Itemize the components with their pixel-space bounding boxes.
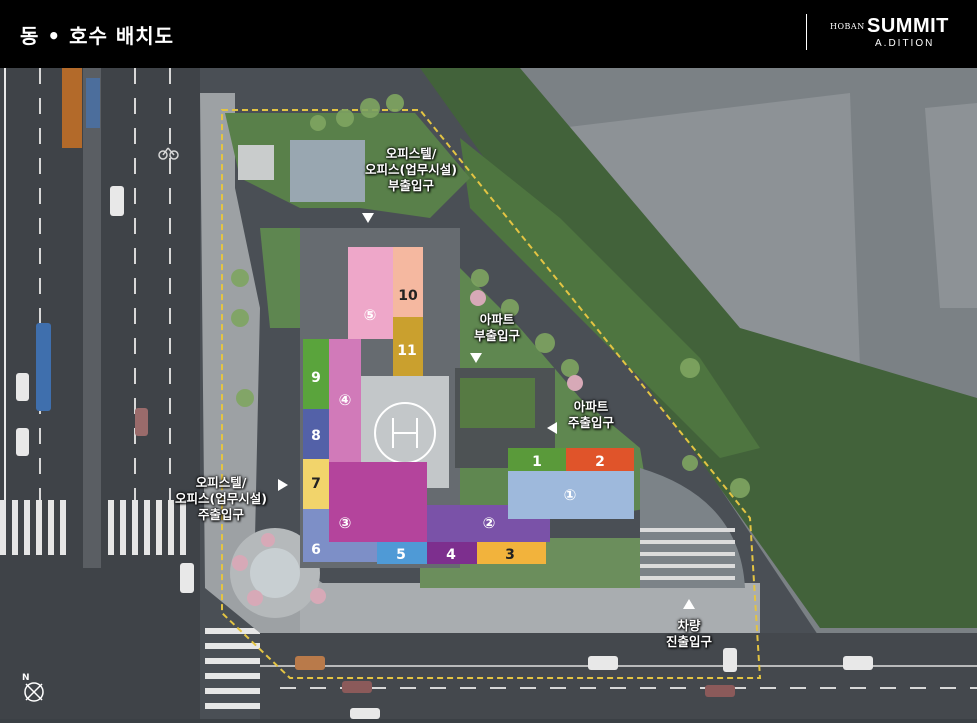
vehicle-entrance-label: 차량 진출입구 [655,618,723,650]
header-divider [806,14,807,50]
officetel-sub-entrance-label: 오피스텔/ 오피스(업무시설) 부출입구 [356,146,466,194]
header-bar: 동 • 호수 배치도 HOBAN SUMMIT A.DITION [0,0,977,68]
logo-summit: SUMMIT [867,15,949,37]
officetel-sub-line2: 오피스(업무시설) [365,162,457,177]
officetel-main-line1: 오피스텔/ [195,475,247,490]
officetel-main-line2: 오피스(업무시설) [175,491,267,506]
unit-label-6: 6 [311,542,321,558]
unit-10-block[interactable] [393,247,423,317]
apt-sub-entrance-label: 아파트 부출입구 [462,312,532,344]
apt-sub-line1: 아파트 [479,312,515,327]
unit-label-2: ② [483,514,496,532]
unit-label-2s: 2 [595,454,605,470]
unit-label-5s: 5 [396,547,406,563]
compass-letter: N [22,673,30,683]
unit-label-11: 11 [397,343,416,359]
page-title: 동 • 호수 배치도 [20,24,175,48]
unit-label-4s: 4 [446,547,456,563]
site-map-svg: ⑤ 10 11 ④ 9 8 7 6 ③ 5 ② 4 3 ① 1 2 N [0,68,977,719]
apt-main-line2: 주출입구 [567,415,614,430]
unit-label-10: 10 [398,288,418,304]
officetel-main-line3: 주출입구 [197,507,244,522]
unit-5-block[interactable] [348,247,393,339]
officetel-sub-line1: 오피스텔/ [385,146,437,161]
unit-label-3s: 3 [505,547,515,563]
brand-logo: HOBAN SUMMIT A.DITION [820,14,960,54]
officetel-main-entrance-label: 오피스텔/ 오피스(업무시설) 주출입구 [162,475,280,523]
site-map: ⑤ 10 11 ④ 9 8 7 6 ③ 5 ② 4 3 ① 1 2 N 오피스텔… [0,68,977,719]
unit-label-8: 8 [311,428,321,444]
logo-adition: A.DITION [875,38,935,49]
vehicle-line2: 진출입구 [665,634,712,649]
unit-label-9: 9 [311,370,321,386]
officetel-sub-line3: 부출입구 [387,178,434,193]
unit-label-1: ① [564,486,577,504]
unit-label-1s: 1 [532,454,542,470]
unit-label-4: ④ [339,391,352,409]
vehicle-line1: 차량 [677,618,701,633]
apt-main-line1: 아파트 [573,399,609,414]
apt-sub-line2: 부출입구 [473,328,520,343]
logo-hoban: HOBAN [830,22,865,31]
unit-label-5: ⑤ [364,306,377,324]
unit-label-7: 7 [311,476,321,492]
apt-main-entrance-label: 아파트 주출입구 [556,399,626,431]
unit-label-3: ③ [339,514,352,532]
